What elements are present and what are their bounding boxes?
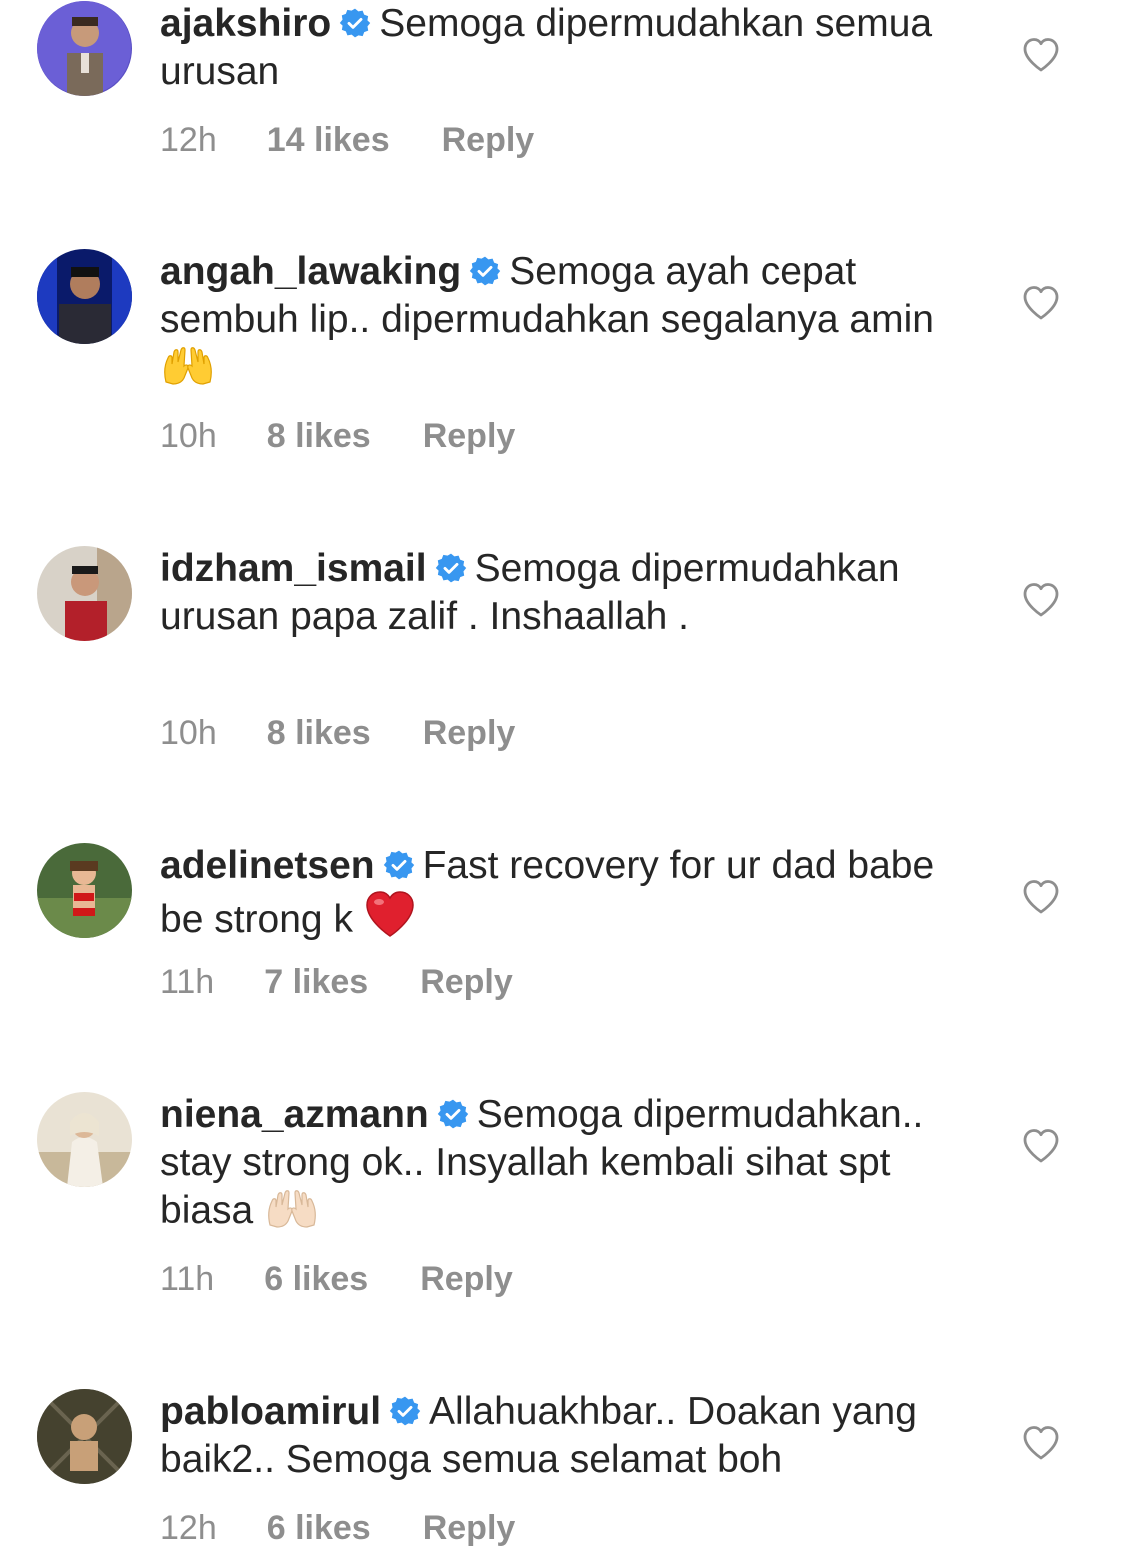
- reply-button[interactable]: Reply: [420, 962, 513, 1002]
- comment-likes[interactable]: 6 likes: [264, 1259, 368, 1299]
- comments-feed: ajakshiro Semoga dipermudahkan semua urus…: [0, 0, 1125, 1559]
- avatar[interactable]: [37, 1, 132, 96]
- comment-likes[interactable]: 6 likes: [267, 1508, 371, 1548]
- comment-time: 10h: [160, 714, 217, 752]
- comment-likes[interactable]: 8 likes: [267, 416, 371, 456]
- reply-button[interactable]: Reply: [442, 120, 535, 160]
- reply-button[interactable]: Reply: [420, 1259, 513, 1299]
- comment-likes[interactable]: 7 likes: [264, 962, 368, 1002]
- reply-button[interactable]: Reply: [423, 416, 516, 456]
- comment-username[interactable]: angah_lawaking: [160, 250, 461, 293]
- red-heart-emoji-icon: [364, 890, 416, 950]
- comment-text: ajakshiro Semoga dipermudahkan semua urus…: [160, 0, 970, 96]
- raising-hands-emoji-icon: [264, 1189, 320, 1241]
- comment-meta: 11h 7 likes Reply: [160, 962, 513, 1002]
- comment-time: 10h: [160, 417, 217, 455]
- comment-text: idzham_ismail Semoga dipermudahkan urusan…: [160, 545, 970, 641]
- comment-meta: 10h 8 likes Reply: [160, 416, 515, 456]
- reply-button[interactable]: Reply: [423, 1508, 516, 1548]
- avatar[interactable]: [37, 546, 132, 641]
- heart-outline-icon[interactable]: [1021, 283, 1061, 323]
- verified-badge-icon: [437, 1098, 469, 1130]
- comment-username[interactable]: adelinetsen: [160, 844, 375, 887]
- verified-badge-icon: [469, 255, 501, 287]
- verified-badge-icon: [339, 7, 371, 39]
- heart-outline-icon[interactable]: [1021, 35, 1061, 75]
- avatar[interactable]: [37, 1092, 132, 1187]
- heart-outline-icon[interactable]: [1021, 1126, 1061, 1166]
- verified-badge-icon: [383, 849, 415, 881]
- comment-time: 11h: [160, 963, 215, 1001]
- comment-likes[interactable]: 14 likes: [267, 120, 390, 160]
- comment-time: 12h: [160, 121, 217, 159]
- comment-meta: 12h 14 likes Reply: [160, 120, 534, 160]
- comment-username[interactable]: idzham_ismail: [160, 547, 427, 590]
- avatar[interactable]: [37, 1389, 132, 1484]
- comment-text: niena_azmann Semoga dipermudahkan.. stay …: [160, 1091, 970, 1241]
- comment-time: 11h: [160, 1260, 215, 1298]
- comment-likes[interactable]: 8 likes: [267, 713, 371, 753]
- avatar[interactable]: [37, 249, 132, 344]
- heart-outline-icon[interactable]: [1021, 877, 1061, 917]
- comment-username[interactable]: pabloamirul: [160, 1390, 381, 1433]
- comment-meta: 10h 8 likes Reply: [160, 713, 515, 753]
- comment-username[interactable]: niena_azmann: [160, 1093, 429, 1136]
- verified-badge-icon: [435, 552, 467, 584]
- comment-meta: 11h 6 likes Reply: [160, 1259, 513, 1299]
- comment-text: angah_lawaking Semoga ayah cepat sembuh l…: [160, 248, 970, 398]
- comment-text: pabloamirul Allahuakhbar.. Doakan yang ba…: [160, 1388, 970, 1484]
- heart-outline-icon[interactable]: [1021, 580, 1061, 620]
- verified-badge-icon: [389, 1395, 421, 1427]
- heart-outline-icon[interactable]: [1021, 1423, 1061, 1463]
- comment-username[interactable]: ajakshiro: [160, 2, 331, 45]
- comment-time: 12h: [160, 1509, 217, 1547]
- comment-meta: 12h 6 likes Reply: [160, 1508, 515, 1548]
- raising-hands-emoji-icon: [160, 346, 216, 398]
- avatar[interactable]: [37, 843, 132, 938]
- reply-button[interactable]: Reply: [423, 713, 516, 753]
- comment-text: adelinetsen Fast recovery for ur dad babe…: [160, 842, 970, 950]
